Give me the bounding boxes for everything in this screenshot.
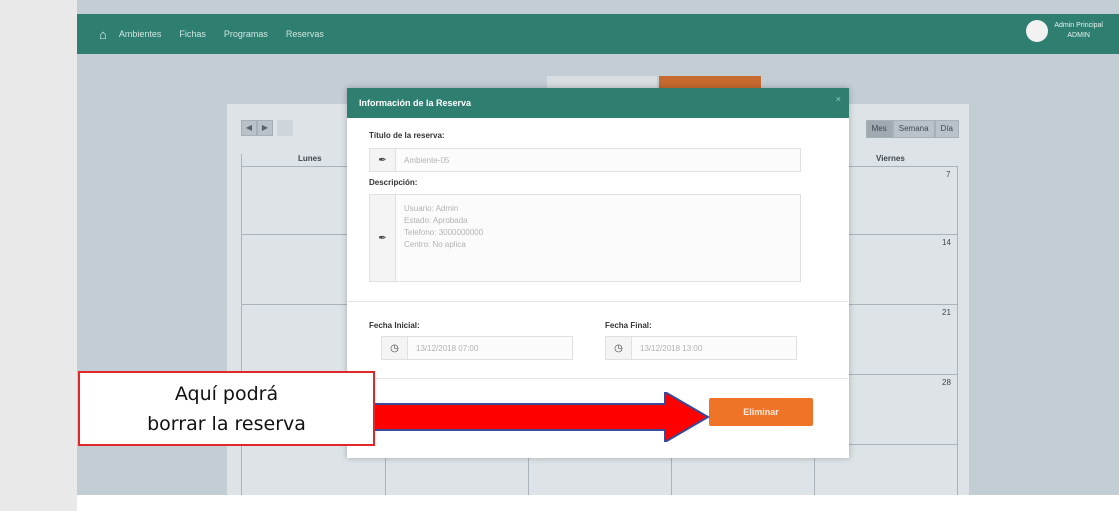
nav-link-fichas[interactable]: Fichas: [179, 29, 206, 39]
modal-header: Información de la Reserva ×: [347, 88, 849, 118]
annotation-arrow-icon: [375, 392, 710, 442]
description-line: Usuario: Admin: [404, 204, 459, 213]
nav-link-reservas[interactable]: Reservas: [286, 29, 324, 39]
day-number: 28: [942, 378, 951, 387]
close-icon[interactable]: ×: [836, 94, 841, 104]
start-date-label: Fecha Inicial:: [369, 321, 420, 330]
title-field[interactable]: ✒ Ambiente-05: [369, 148, 801, 172]
title-label: Título de la reserva:: [369, 131, 445, 140]
pencil-icon: ✒: [370, 149, 396, 171]
title-input[interactable]: Ambiente-05: [396, 149, 800, 171]
user-menu[interactable]: Admin Principal ADMIN: [1026, 20, 1103, 42]
day-number: 14: [942, 238, 951, 247]
clock-icon: ◷: [382, 337, 408, 359]
start-date-field[interactable]: ◷ 13/12/2018 07:00: [381, 336, 573, 360]
pencil-icon: ✒: [370, 195, 396, 281]
left-gutter: [0, 0, 77, 511]
chevron-left-icon[interactable]: ◀: [241, 120, 257, 136]
day-number: 7: [946, 170, 951, 179]
col-header-viernes: Viernes: [876, 154, 905, 163]
col-header-lunes: Lunes: [298, 154, 322, 163]
delete-button[interactable]: Eliminar: [709, 398, 813, 426]
grid-col-line: [957, 166, 958, 495]
annotation-text: Aquí podrá borrar la reserva: [147, 379, 306, 439]
view-week-button[interactable]: Semana: [892, 120, 935, 138]
description-line: Telefono: 3000000000: [404, 228, 484, 237]
end-date-input[interactable]: 13/12/2018 13:00: [632, 337, 796, 359]
clock-icon: ◷: [606, 337, 632, 359]
end-date-label: Fecha Final:: [605, 321, 652, 330]
description-textarea[interactable]: Usuario: Admin Estado: Aprobada Telefono…: [396, 195, 800, 281]
description-line: Estado: Aprobada: [404, 216, 468, 225]
user-name: Admin Principal: [1054, 22, 1103, 29]
top-navbar: ⌂ Ambientes Fichas Programas Reservas Ad…: [77, 14, 1119, 54]
modal-title: Información de la Reserva: [359, 98, 472, 108]
end-date-field[interactable]: ◷ 13/12/2018 13:00: [605, 336, 797, 360]
nav-link-ambientes[interactable]: Ambientes: [119, 29, 162, 39]
annotation-line: borrar la reserva: [147, 412, 306, 435]
day-number: 21: [942, 308, 951, 317]
home-icon[interactable]: ⌂: [99, 27, 107, 42]
description-label: Descripción:: [369, 178, 418, 187]
calendar-nav: ◀ ▶: [241, 120, 293, 136]
annotation-callout: Aquí podrá borrar la reserva: [78, 371, 375, 446]
view-day-button[interactable]: Día: [934, 120, 959, 138]
avatar: [1026, 20, 1049, 42]
view-month-button[interactable]: Mes: [865, 120, 893, 138]
user-role: ADMIN: [1067, 32, 1090, 39]
description-line: Centro: No aplica: [404, 240, 466, 249]
today-button[interactable]: [277, 120, 293, 136]
divider: [347, 301, 849, 302]
nav-link-programas[interactable]: Programas: [224, 29, 268, 39]
user-info: Admin Principal ADMIN: [1054, 21, 1103, 41]
chevron-right-icon[interactable]: ▶: [257, 120, 273, 136]
description-field[interactable]: ✒ Usuario: Admin Estado: Aprobada Telefo…: [369, 194, 801, 282]
annotation-line: Aquí podrá: [174, 382, 279, 405]
divider: [347, 378, 849, 379]
start-date-input[interactable]: 13/12/2018 07:00: [408, 337, 572, 359]
calendar-views: Mes Semana Día: [865, 120, 959, 138]
